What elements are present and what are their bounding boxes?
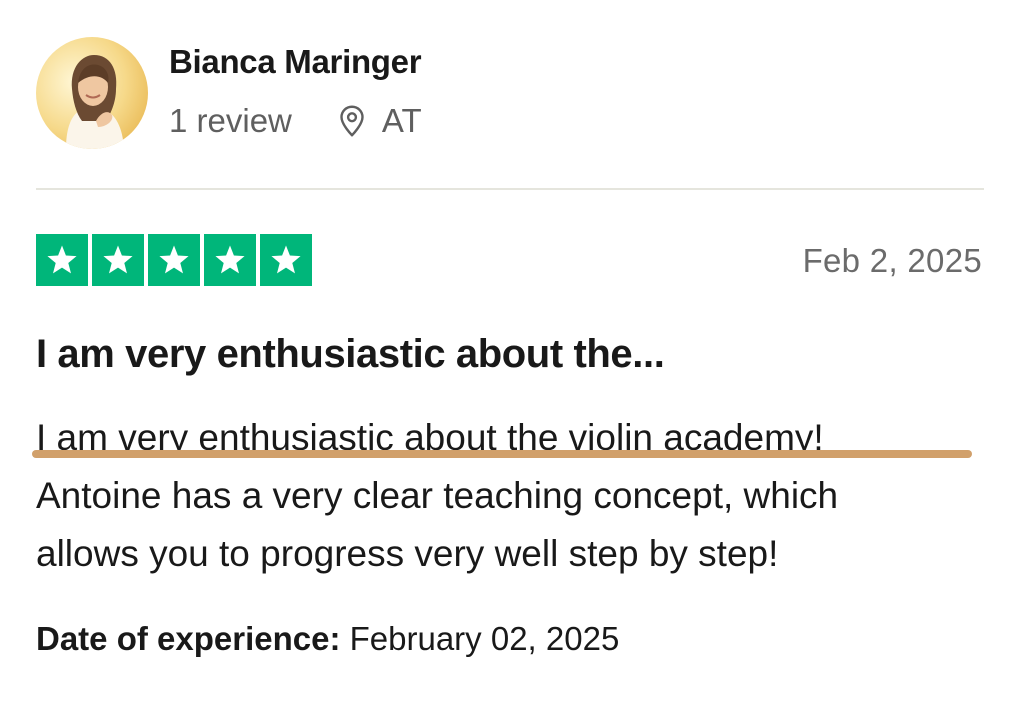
date-of-experience: Date of experience: February 02, 2025: [36, 620, 619, 658]
star-icon: [204, 234, 256, 286]
experience-label: Date of experience:: [36, 620, 341, 657]
review-body-line: allows you to progress very well step by…: [36, 533, 779, 574]
reviewer-avatar[interactable]: [36, 37, 148, 149]
reviewer-location: AT: [334, 102, 422, 140]
experience-value: February 02, 2025: [349, 620, 620, 657]
review-count[interactable]: 1 review: [169, 102, 292, 140]
review-card: Bianca Maringer 1 review AT Feb 2, 2025 …: [0, 0, 1024, 705]
star-icon: [148, 234, 200, 286]
location-pin-icon: [334, 103, 370, 139]
header-divider: [36, 188, 984, 190]
reviewer-name[interactable]: Bianca Maringer: [169, 43, 422, 81]
review-date: Feb 2, 2025: [802, 242, 982, 279]
star-icon: [36, 234, 88, 286]
reviewer-meta: 1 review AT: [169, 100, 422, 142]
review-title[interactable]: I am very enthusiastic about the...: [36, 332, 665, 377]
location-code: AT: [381, 102, 422, 139]
star-rating: [36, 234, 312, 286]
review-body: I am very enthusiastic about the violin …: [36, 409, 996, 583]
review-body-line: I am very enthusiastic about the violin …: [36, 417, 824, 458]
star-icon: [92, 234, 144, 286]
star-icon: [260, 234, 312, 286]
profile-photo-icon: [36, 37, 148, 149]
highlight-underline: [32, 450, 972, 458]
review-body-line: Antoine has a very clear teaching concep…: [36, 475, 839, 516]
